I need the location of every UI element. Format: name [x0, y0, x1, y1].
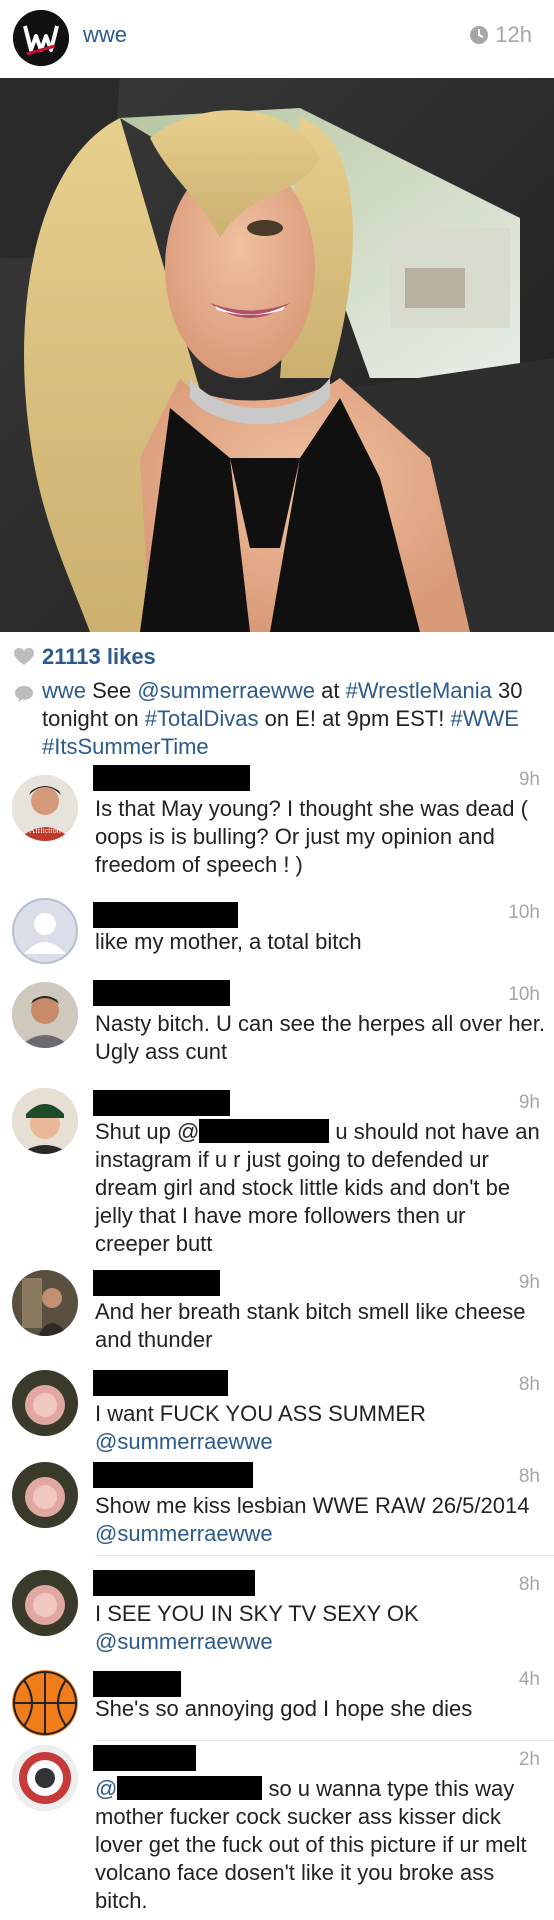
redacted-username — [93, 1270, 220, 1296]
comment-time: 4h — [518, 1669, 540, 1690]
comment-item: 8h I SEE YOU IN SKY TV SEXY OK @summerrae… — [0, 1570, 554, 1660]
comment-text: @ so u wanna type this way mother fucker… — [95, 1775, 545, 1915]
caption-segment: at — [314, 678, 346, 703]
wwe-logo-icon[interactable] — [13, 10, 69, 66]
comment-segment: Show me kiss lesbian WWE RAW 26/5/2014 — [95, 1493, 530, 1518]
basketball-icon[interactable] — [12, 1670, 78, 1736]
post-time: 12h — [469, 22, 532, 48]
comment-item: 9h Shut up @ u should not have an instag… — [0, 1088, 554, 1258]
comment-time: 10h — [508, 902, 540, 923]
comment-item: 4h She's so annoying god I hope she dies — [0, 1665, 554, 1740]
commenter-avatar[interactable] — [12, 1370, 78, 1436]
commenter-avatar[interactable] — [12, 1462, 78, 1528]
commenter-avatar[interactable] — [12, 1270, 78, 1336]
redacted-username — [93, 1745, 196, 1771]
comment-item: 10h like my mother, a total bitch — [0, 898, 554, 968]
comment-time: 2h — [518, 1749, 540, 1770]
redacted-username — [93, 1671, 181, 1697]
commenter-avatar[interactable] — [12, 1088, 78, 1154]
comment-item: 10h Nasty bitch. U can see the herpes al… — [0, 980, 554, 1070]
commenter-avatar[interactable] — [12, 1745, 78, 1811]
hashtag-link[interactable]: #WrestleMania — [346, 678, 492, 703]
comment-mention[interactable]: @summerraewwe — [95, 1629, 273, 1654]
caption-text: wwe See @summerraewwe at #WrestleMania 3… — [42, 677, 542, 761]
commenter-avatar[interactable] — [12, 1570, 78, 1636]
comment-time: 9h — [518, 1272, 540, 1293]
comment-text: She's so annoying god I hope she dies — [95, 1696, 473, 1721]
redacted-mention — [117, 1776, 263, 1800]
redacted-username — [93, 1370, 228, 1396]
comment-text: And her breath stank bitch smell like ch… — [95, 1299, 526, 1352]
comment-segment: I want FUCK YOU ASS SUMMER — [95, 1401, 426, 1426]
comment-item: 8h I want FUCK YOU ASS SUMMER @summerraew… — [0, 1370, 554, 1460]
caption-segment: See — [86, 678, 138, 703]
likes-count[interactable]: 21113 likes — [42, 644, 156, 670]
comment-segment: I SEE YOU IN SKY TV SEXY OK — [95, 1601, 419, 1626]
comment-mention[interactable]: @summerraewwe — [95, 1521, 273, 1546]
comment-text: like my mother, a total bitch — [95, 929, 362, 954]
hashtag-link[interactable]: #WWE — [450, 706, 518, 731]
post-header: wwe 12h — [0, 0, 554, 78]
comment-text: I SEE YOU IN SKY TV SEXY OK @summerraewwe — [95, 1600, 545, 1656]
redacted-username — [93, 980, 230, 1006]
comment-time: 9h — [518, 769, 540, 790]
redacted-username — [93, 765, 250, 791]
comment-text: Show me kiss lesbian WWE RAW 26/5/2014 @… — [95, 1492, 545, 1548]
comment-time: 9h — [518, 1092, 540, 1113]
caption-mention[interactable]: @summerraewwe — [137, 678, 315, 703]
post-time-label: 12h — [495, 22, 532, 47]
comment-mention[interactable]: @summerraewwe — [95, 1429, 273, 1454]
clock-icon — [470, 26, 489, 44]
selfie-photo[interactable] — [0, 78, 554, 632]
post-username[interactable]: wwe — [83, 22, 127, 48]
svg-text:Affliction: Affliction — [29, 826, 60, 835]
hashtag-link[interactable]: #TotalDivas — [145, 706, 259, 731]
caption-username[interactable]: wwe — [42, 678, 86, 703]
redacted-username — [93, 1462, 253, 1488]
comment-item: 2h @ so u wanna type this way mother fuc… — [0, 1745, 554, 1920]
comment-bubble-icon — [15, 686, 33, 702]
commenter-avatar[interactable]: Affliction — [12, 775, 78, 841]
redacted-username — [93, 1090, 230, 1116]
redacted-mention — [199, 1119, 330, 1143]
commenter-avatar[interactable] — [12, 982, 78, 1048]
comment-item: Affliction 9h Is that May young? I thoug… — [0, 765, 554, 877]
comment-segment: Shut up @ — [95, 1119, 200, 1144]
comment-text: Nasty bitch. U can see the herpes all ov… — [95, 1011, 546, 1064]
comment-text: Is that May young? I thought she was dea… — [95, 796, 528, 877]
comment-item: 9h And her breath stank bitch smell like… — [0, 1268, 554, 1358]
caption-segment: on E! at 9pm EST! — [258, 706, 451, 731]
comment-segment[interactable]: @ — [95, 1776, 117, 1801]
hashtag-link[interactable]: #ItsSummerTime — [42, 734, 209, 759]
comment-item: 8h Show me kiss lesbian WWE RAW 26/5/201… — [0, 1462, 554, 1552]
comment-time: 8h — [518, 1374, 540, 1395]
comment-time: 8h — [518, 1574, 540, 1595]
comment-time: 10h — [508, 984, 540, 1005]
redacted-username — [93, 1570, 255, 1596]
comment-text: I want FUCK YOU ASS SUMMER @summerraewwe — [95, 1400, 545, 1456]
comment-text: Shut up @ u should not have an instagram… — [95, 1118, 545, 1258]
likes-row[interactable]: 21113 likes — [0, 640, 554, 674]
heart-icon — [14, 648, 34, 665]
divider — [95, 1555, 554, 1556]
redacted-username — [93, 902, 238, 928]
commenter-avatar[interactable] — [12, 898, 78, 964]
divider — [95, 1740, 554, 1741]
comment-time: 8h — [518, 1466, 540, 1487]
